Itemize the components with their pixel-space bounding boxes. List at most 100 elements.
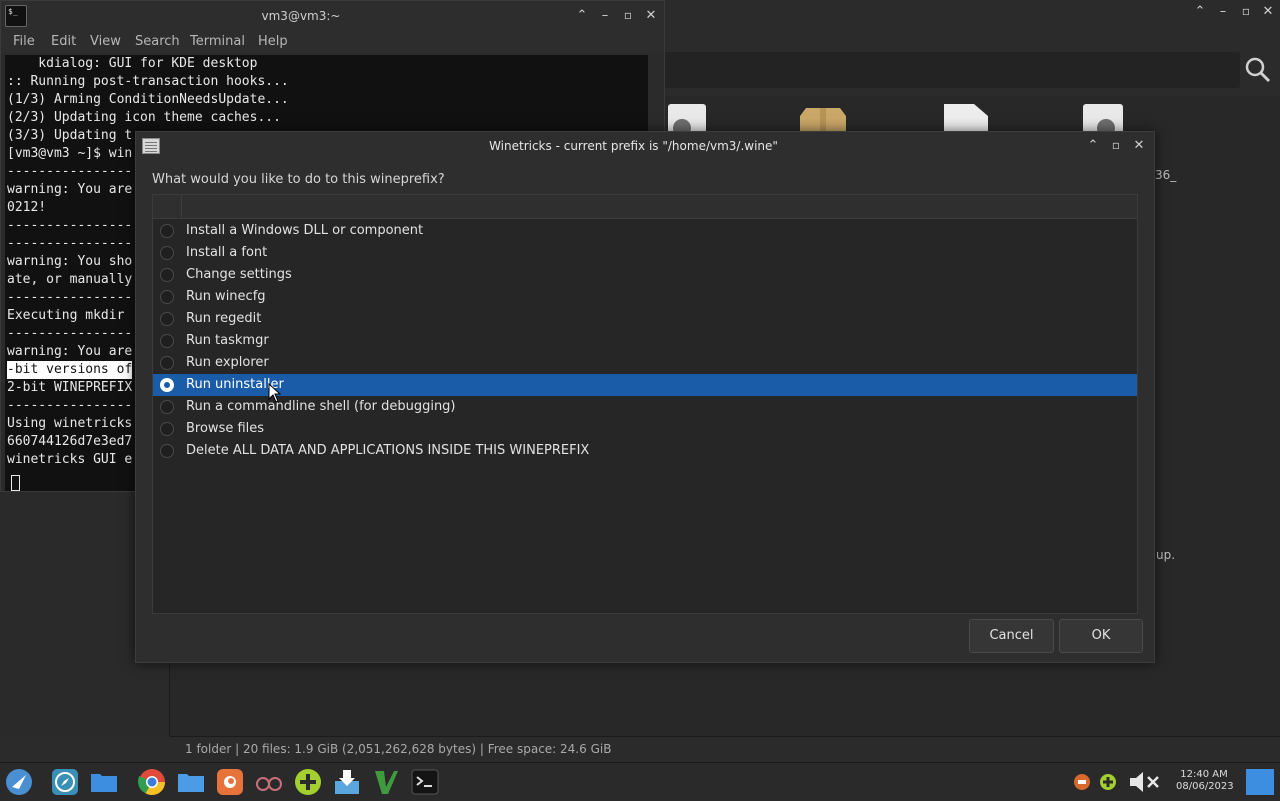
app-menu-button[interactable] [4,767,34,797]
terminal-line: Executing mkdir [7,308,133,323]
minimize-icon[interactable]: – [596,7,614,25]
download-icon [335,770,359,794]
plus-icon [1100,774,1116,790]
option-run-shell[interactable]: Run a commandline shell (for debugging) [153,396,1137,418]
terminal-line: [vm3@vm3 ~]$ win [7,146,133,161]
terminal-line: warning: You are [7,182,133,197]
terminal-line: (3/3) Updating t [7,128,133,143]
maximize-icon[interactable]: ▫ [619,6,637,24]
menu-terminal[interactable]: Terminal [190,34,245,49]
radio-button[interactable] [160,268,174,282]
option-run-explorer[interactable]: Run explorer [153,352,1137,374]
option-install-font[interactable]: Install a font [153,242,1137,264]
collapse-icon[interactable]: ⌃ [573,7,591,25]
terminal-line: :: Running post-transaction hooks... [7,74,289,89]
radio-button[interactable] [160,334,174,348]
taskbar-files-2[interactable] [176,767,206,797]
taskbar-firefox[interactable] [215,767,245,797]
taskbar-browser-alt[interactable] [50,767,80,797]
option-browse-files[interactable]: Browse files [153,418,1137,440]
minimize-icon[interactable]: – [1214,3,1232,21]
option-label: Browse files [186,421,265,436]
option-run-taskmgr[interactable]: Run taskmgr [153,330,1137,352]
dialog-question: What would you like to do to this winepr… [152,172,445,187]
app-launcher-icon [6,769,32,795]
tray-volume[interactable] [1128,767,1164,797]
radio-button[interactable] [160,444,174,458]
radio-button[interactable] [160,422,174,436]
option-delete-prefix[interactable]: Delete ALL DATA AND APPLICATIONS INSIDE … [153,440,1137,462]
options-list: Install a Windows DLL or component Insta… [152,194,1138,614]
option-install-dll[interactable]: Install a Windows DLL or component [153,220,1137,242]
terminal-line: ---------------- [7,236,133,251]
terminal-line: 660744126d7e3ed7 [7,434,133,449]
terminal-line: ---------------- [7,326,133,341]
radio-button[interactable] [160,400,174,414]
folder-icon [91,774,117,792]
option-label: Delete ALL DATA AND APPLICATIONS INSIDE … [186,443,590,458]
close-icon[interactable]: ✕ [642,7,660,25]
radio-button[interactable] [160,312,174,326]
tray-update-notifier[interactable] [1070,767,1094,797]
close-icon[interactable]: ✕ [1130,137,1148,155]
terminal-line: winetricks GUI e [7,452,133,467]
terminal-line: ---------------- [7,218,133,233]
header-divider [181,195,182,219]
menu-edit[interactable]: Edit [51,34,76,49]
cancel-button[interactable]: Cancel [969,619,1054,653]
taskbar-downloader[interactable] [332,767,362,797]
mouse-pointer-icon [268,382,282,403]
option-label: Change settings [186,267,292,282]
terminal-line: ---------------- [7,290,133,305]
status-bar: 1 folder | 20 files: 1.9 GiB (2,051,262,… [170,736,1280,762]
menu-help[interactable]: Help [258,34,288,49]
taskbar-chrome[interactable] [137,767,167,797]
taskbar-vim[interactable] [371,767,401,797]
radio-button[interactable] [160,246,174,260]
menu-file[interactable]: File [13,34,35,49]
search-button[interactable] [1242,54,1274,86]
chrome-icon [137,769,166,796]
option-label: Run explorer [186,355,269,370]
taskbar-reader[interactable] [254,767,284,797]
terminal-cursor [11,475,20,491]
compass-icon [52,769,78,795]
plus-icon [295,769,321,795]
option-run-uninstaller[interactable]: Run uninstaller [153,374,1137,396]
desktop: ⌃ – ▫ ✕ 36_ up. 1 folder | 20 files: 1.9… [0,0,1280,800]
taskbar-files[interactable] [89,767,119,797]
taskbar-add-app[interactable] [293,767,323,797]
terminal-line: warning: You are [7,344,133,359]
collapse-icon[interactable]: ⌃ [1084,137,1102,155]
show-desktop-button[interactable] [1245,767,1275,797]
maximize-icon[interactable]: ▫ [1107,136,1125,154]
update-icon [1074,774,1090,790]
taskbar-terminal[interactable] [410,767,440,797]
terminal-line-highlighted: -bit versions of [7,361,133,379]
option-run-regedit[interactable]: Run regedit [153,308,1137,330]
terminal-line: 0212! [7,200,47,215]
tray-add[interactable] [1096,767,1120,797]
close-icon[interactable]: ✕ [1259,3,1277,21]
dialog-app-icon[interactable] [142,138,160,154]
volume-muted-icon [1130,772,1159,792]
radio-button[interactable] [160,290,174,304]
option-label: Install a font [186,245,268,260]
path-bar[interactable] [664,52,1240,88]
option-label: Run regedit [186,311,262,326]
ok-button[interactable]: OK [1059,619,1143,653]
terminal-line: kdialog: GUI for KDE desktop [7,56,258,71]
radio-button-selected[interactable] [160,378,174,392]
clock-time[interactable]: 12:40 AM [1176,769,1232,780]
collapse-icon[interactable]: ⌃ [1191,3,1209,21]
menu-view[interactable]: View [90,34,121,49]
terminal-line: (2/3) Updating icon theme caches... [7,110,281,125]
option-label: Run taskmgr [186,333,269,348]
option-run-winecfg[interactable]: Run winecfg [153,286,1137,308]
radio-button[interactable] [160,224,174,238]
maximize-icon[interactable]: ▫ [1237,2,1255,20]
option-change-settings[interactable]: Change settings [153,264,1137,286]
menu-search[interactable]: Search [135,34,180,49]
radio-button[interactable] [160,356,174,370]
clock-date[interactable]: 08/06/2023 [1176,781,1234,792]
